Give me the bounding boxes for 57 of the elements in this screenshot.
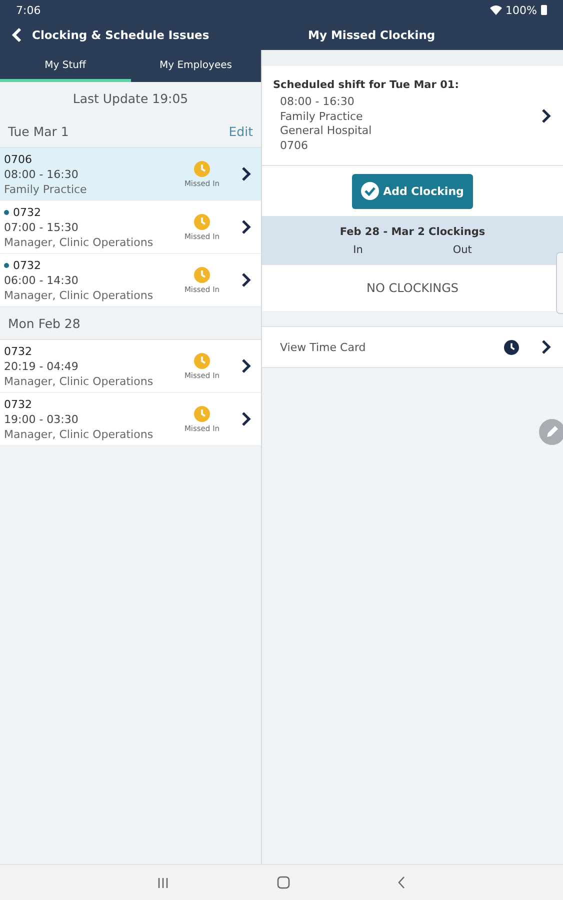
shift-detail: 08:00 - 16:30 (279, 95, 356, 110)
shift-role: Manager, Clinic Operations (4, 374, 154, 388)
clock-icon (194, 406, 210, 422)
shift-detail: Family Practice (279, 110, 364, 124)
column-header: In (353, 244, 363, 256)
shift-time: 20:19 - 04:49 (4, 358, 80, 374)
clock-icon (194, 352, 210, 368)
chevron-icon (541, 108, 551, 124)
chevron-icon (241, 272, 251, 288)
clock-icon (194, 214, 210, 230)
recent-apps-icon[interactable] (157, 876, 169, 888)
clock-icon (194, 160, 210, 176)
tab[interactable]: My Stuff (0, 50, 130, 82)
clock-icon (194, 266, 210, 282)
shift-detail: General Hospital (279, 124, 373, 139)
shift-time: 19:00 - 03:30 (4, 412, 80, 426)
time-card-label: View Time Card (280, 340, 367, 354)
battery-level: 100% (506, 4, 537, 16)
time-card-row[interactable]: View Time Card (262, 326, 563, 368)
last-update: Last Update 19:05 (72, 91, 188, 106)
column-header: Out (452, 244, 472, 256)
shift-code: 0732 (4, 344, 32, 358)
shift-time: 06:00 - 14:30 (4, 272, 80, 288)
shift-heading: Scheduled shift for Tue Mar 01: (273, 78, 460, 92)
shift-card[interactable]: Scheduled shift for Tue Mar 01: 08:00 - 16:30 Family Practice General Hospital 0706 (262, 66, 563, 166)
add-clocking-button[interactable]: Add Clocking (352, 174, 473, 208)
shift-code: 0732 (13, 258, 41, 272)
chevron-icon (241, 166, 251, 182)
chevron-icon (241, 219, 251, 235)
shift-time: 07:00 - 15:30 (4, 220, 80, 234)
shift-role: Family Practice (4, 182, 88, 196)
shift-role: Manager, Clinic Operations (4, 288, 154, 302)
shift-code: 0732 (13, 204, 41, 220)
side-handle[interactable] (556, 252, 563, 314)
shift-time: 08:00 - 16:30 (4, 166, 80, 182)
chevron-icon (241, 411, 251, 427)
empty-message: NO CLOCKINGS (366, 281, 458, 295)
home-icon[interactable] (277, 876, 290, 889)
check-icon (361, 182, 380, 200)
date-header: Mon Feb 28 (8, 316, 80, 330)
shift-role: Manager, Clinic Operations (4, 426, 154, 442)
battery-icon (541, 5, 547, 15)
status-time: 7:06 (16, 4, 41, 16)
shift-detail: 0706 (279, 138, 309, 154)
tab[interactable]: My Employees (130, 50, 261, 82)
shift-code: 0706 (4, 152, 32, 166)
shift-code: 0732 (4, 396, 32, 412)
chevron-icon (241, 358, 251, 374)
shift-role: Manager, Clinic Operations (4, 234, 154, 250)
clock-icon (504, 340, 519, 354)
chevron-icon (541, 339, 551, 355)
clockings-title: Feb 28 - Mar 2 Clockings (340, 226, 486, 238)
screen-title: Clocking & Schedule Issues (32, 28, 210, 42)
detail-title: My Missed Clocking (308, 28, 436, 42)
date-header: Tue Mar 1 (8, 124, 69, 138)
wifi-icon (490, 5, 502, 15)
back-icon[interactable] (398, 876, 406, 889)
